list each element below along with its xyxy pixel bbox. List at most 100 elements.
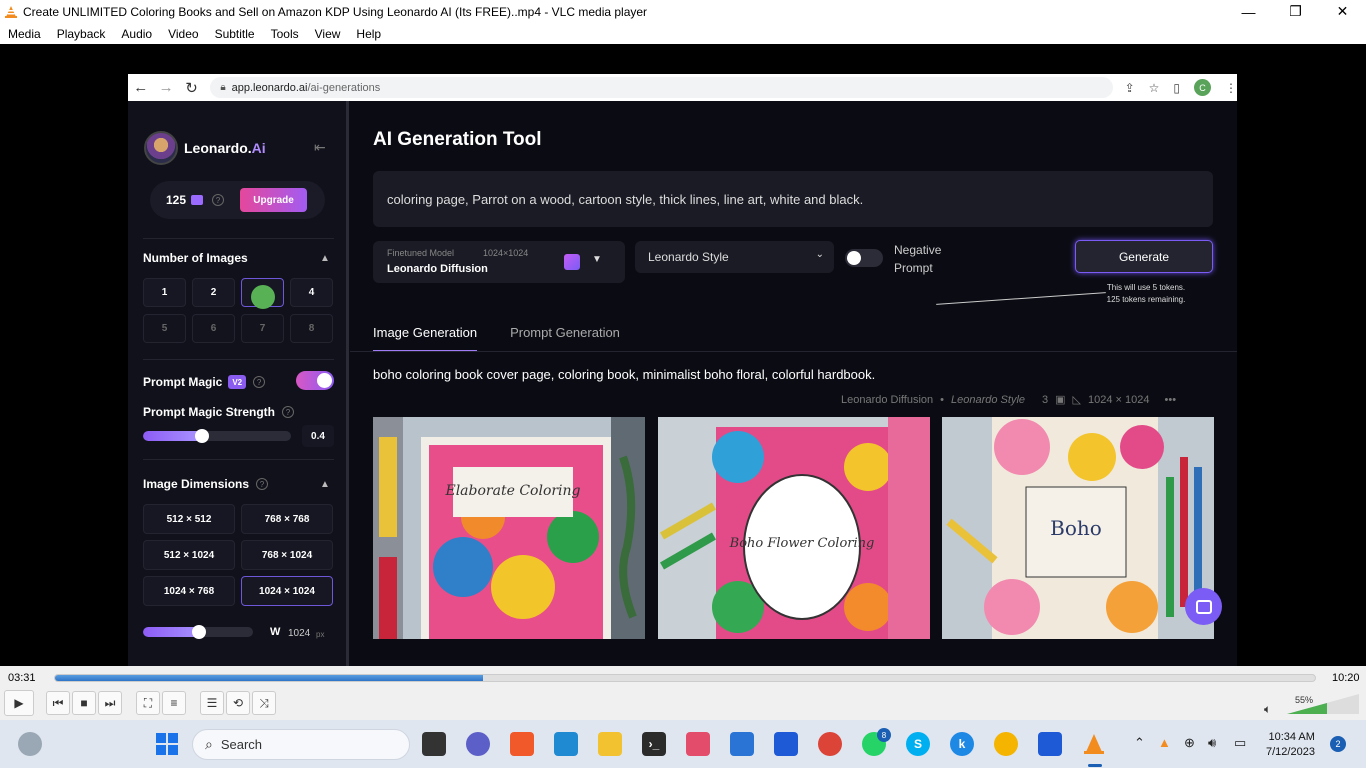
- previous-button[interactable]: ⏮: [46, 691, 70, 715]
- num-option-2: 2: [192, 278, 235, 307]
- cover-title: Boho: [1050, 516, 1102, 540]
- reload-icon: ↻: [185, 79, 198, 97]
- style-value: Leonardo Style: [648, 250, 729, 264]
- image-dimensions-title: Image Dimensions ?: [143, 477, 269, 491]
- stop-button[interactable]: ■: [72, 691, 96, 715]
- help-icon: ?: [212, 194, 225, 206]
- file-explorer-icon[interactable]: [598, 732, 622, 756]
- seek-progress: [55, 675, 484, 681]
- volume-tray-icon[interactable]: 🔊︎: [1208, 735, 1216, 751]
- notepad-icon[interactable]: [774, 732, 798, 756]
- num-option-3: [241, 278, 284, 309]
- sidepanel-icon: ▯: [1173, 80, 1180, 95]
- num-option-7: 7: [241, 314, 284, 343]
- collapse-sidebar-icon: ⇤: [314, 139, 326, 155]
- shuffle-button[interactable]: ⤨: [252, 691, 276, 715]
- menu-subtitle[interactable]: Subtitle: [207, 27, 263, 41]
- divider: [143, 359, 334, 360]
- divider: [350, 351, 1237, 352]
- menu-help[interactable]: Help: [348, 27, 389, 41]
- affinity-icon[interactable]: [1038, 732, 1062, 756]
- token-count: 125: [166, 193, 187, 207]
- next-button[interactable]: ⏭: [98, 691, 122, 715]
- num-option-1: 1: [143, 278, 186, 307]
- menu-video[interactable]: Video: [160, 27, 206, 41]
- menu-audio[interactable]: Audio: [113, 27, 160, 41]
- teams-chat-icon[interactable]: [466, 732, 490, 756]
- model-resolution: 1024×1024: [483, 248, 529, 258]
- width-slider-knob: [192, 625, 206, 639]
- strength-value: 0.4: [302, 425, 334, 447]
- task-view-icon[interactable]: [422, 732, 446, 756]
- dimension-512x512: 512 × 512: [143, 504, 235, 534]
- loop-button[interactable]: ⟲: [226, 691, 250, 715]
- vlc-tray-icon[interactable]: ▲: [1158, 735, 1171, 750]
- app-icon[interactable]: [994, 732, 1018, 756]
- store-icon[interactable]: [730, 732, 754, 756]
- fullscreen-button[interactable]: ⛶: [136, 691, 160, 715]
- divider: [143, 459, 334, 460]
- window-title: Create UNLIMITED Coloring Books and Sell…: [23, 4, 648, 19]
- negative-prompt-label: Negative Prompt: [894, 243, 942, 275]
- language-icon[interactable]: ⊕: [1184, 735, 1195, 751]
- generation-tabs: Image Generation Prompt Generation: [373, 325, 653, 352]
- vlc-taskbar-icon[interactable]: [1082, 732, 1106, 756]
- menu-tools[interactable]: Tools: [263, 27, 307, 41]
- chat-support-button: [1185, 588, 1222, 625]
- chat-icon: [1195, 599, 1212, 614]
- seek-bar[interactable]: [54, 674, 1316, 682]
- start-button[interactable]: [155, 732, 179, 756]
- total-time: 10:20: [1332, 672, 1360, 684]
- help-icon: ?: [253, 376, 266, 388]
- star-icon: ☆: [1148, 80, 1160, 95]
- number-of-images-grid: 1 2 4 5 6 7 8: [143, 278, 334, 343]
- num-option-8: 8: [290, 314, 333, 343]
- chevron-up-icon[interactable]: ⌃: [1134, 735, 1145, 751]
- generated-image-2: Boho Flower Coloring: [658, 417, 930, 639]
- strength-slider: [143, 431, 291, 441]
- notification-badge[interactable]: 2: [1330, 736, 1346, 752]
- vscode-icon[interactable]: [554, 732, 578, 756]
- brave-icon[interactable]: [510, 732, 534, 756]
- speaker-icon[interactable]: 🔈︎: [1264, 702, 1271, 717]
- prompt-magic-title: Prompt Magic V2 ?: [143, 375, 266, 389]
- style-select: Leonardo Style ⌄: [635, 241, 834, 273]
- skype-icon[interactable]: S: [906, 732, 930, 756]
- brand-name: Leonardo.Ai: [184, 140, 266, 156]
- menu-media[interactable]: Media: [0, 27, 49, 41]
- resolution-icon: ◺: [1072, 394, 1082, 406]
- generated-image-3: Boho: [942, 417, 1214, 639]
- forward-icon: →: [158, 79, 174, 96]
- maximize-button[interactable]: ❐: [1272, 0, 1319, 23]
- weather-icon[interactable]: [18, 732, 42, 756]
- playlist-button[interactable]: ☰: [200, 691, 224, 715]
- extended-settings-button[interactable]: ≡: [162, 691, 186, 715]
- browser-toolbar: ← → ↻ 🔒︎ app.leonardo.ai/ai-generations …: [128, 74, 1237, 101]
- vlc-menu-bar: Media Playback Audio Video Subtitle Tool…: [0, 23, 1366, 44]
- kebab-menu-icon: ⋮: [1225, 80, 1237, 95]
- k-app-icon[interactable]: k: [950, 732, 974, 756]
- url-host: app.leonardo.ai: [231, 81, 308, 94]
- close-button[interactable]: ✕: [1319, 0, 1366, 23]
- num-option-4: 4: [290, 278, 333, 307]
- upgrade-button: Upgrade: [240, 188, 308, 212]
- help-icon: ?: [256, 478, 269, 490]
- dimension-768x1024: 768 × 1024: [241, 540, 333, 570]
- page-title: AI Generation Tool: [373, 129, 542, 150]
- battery-icon[interactable]: ▭: [1234, 735, 1246, 751]
- menu-playback[interactable]: Playback: [49, 27, 114, 41]
- chrome-icon[interactable]: [818, 732, 842, 756]
- pen-annotation: [936, 292, 1106, 305]
- clock[interactable]: 10:34 AM 7/12/2023: [1266, 730, 1315, 760]
- taskbar-search[interactable]: ⌕ Search: [192, 729, 410, 760]
- video-area[interactable]: ← → ↻ 🔒︎ app.leonardo.ai/ai-generations …: [0, 44, 1366, 666]
- num-option-5: 5: [143, 314, 186, 343]
- menu-view[interactable]: View: [307, 27, 349, 41]
- tab-prompt-generation: Prompt Generation: [510, 325, 620, 340]
- image-dimensions-grid: 512 × 512 768 × 768 512 × 1024 768 × 102…: [143, 504, 334, 606]
- minimize-button[interactable]: —: [1225, 0, 1272, 23]
- snipping-tool-icon[interactable]: [686, 732, 710, 756]
- terminal-icon[interactable]: ›_: [642, 732, 666, 756]
- play-button[interactable]: ▶: [4, 690, 34, 716]
- windows-taskbar: ⌕ Search ›_ 8 S k ⌃ ▲ ⊕ 🔊︎ ▭ 10:34 AM 7/…: [0, 720, 1366, 768]
